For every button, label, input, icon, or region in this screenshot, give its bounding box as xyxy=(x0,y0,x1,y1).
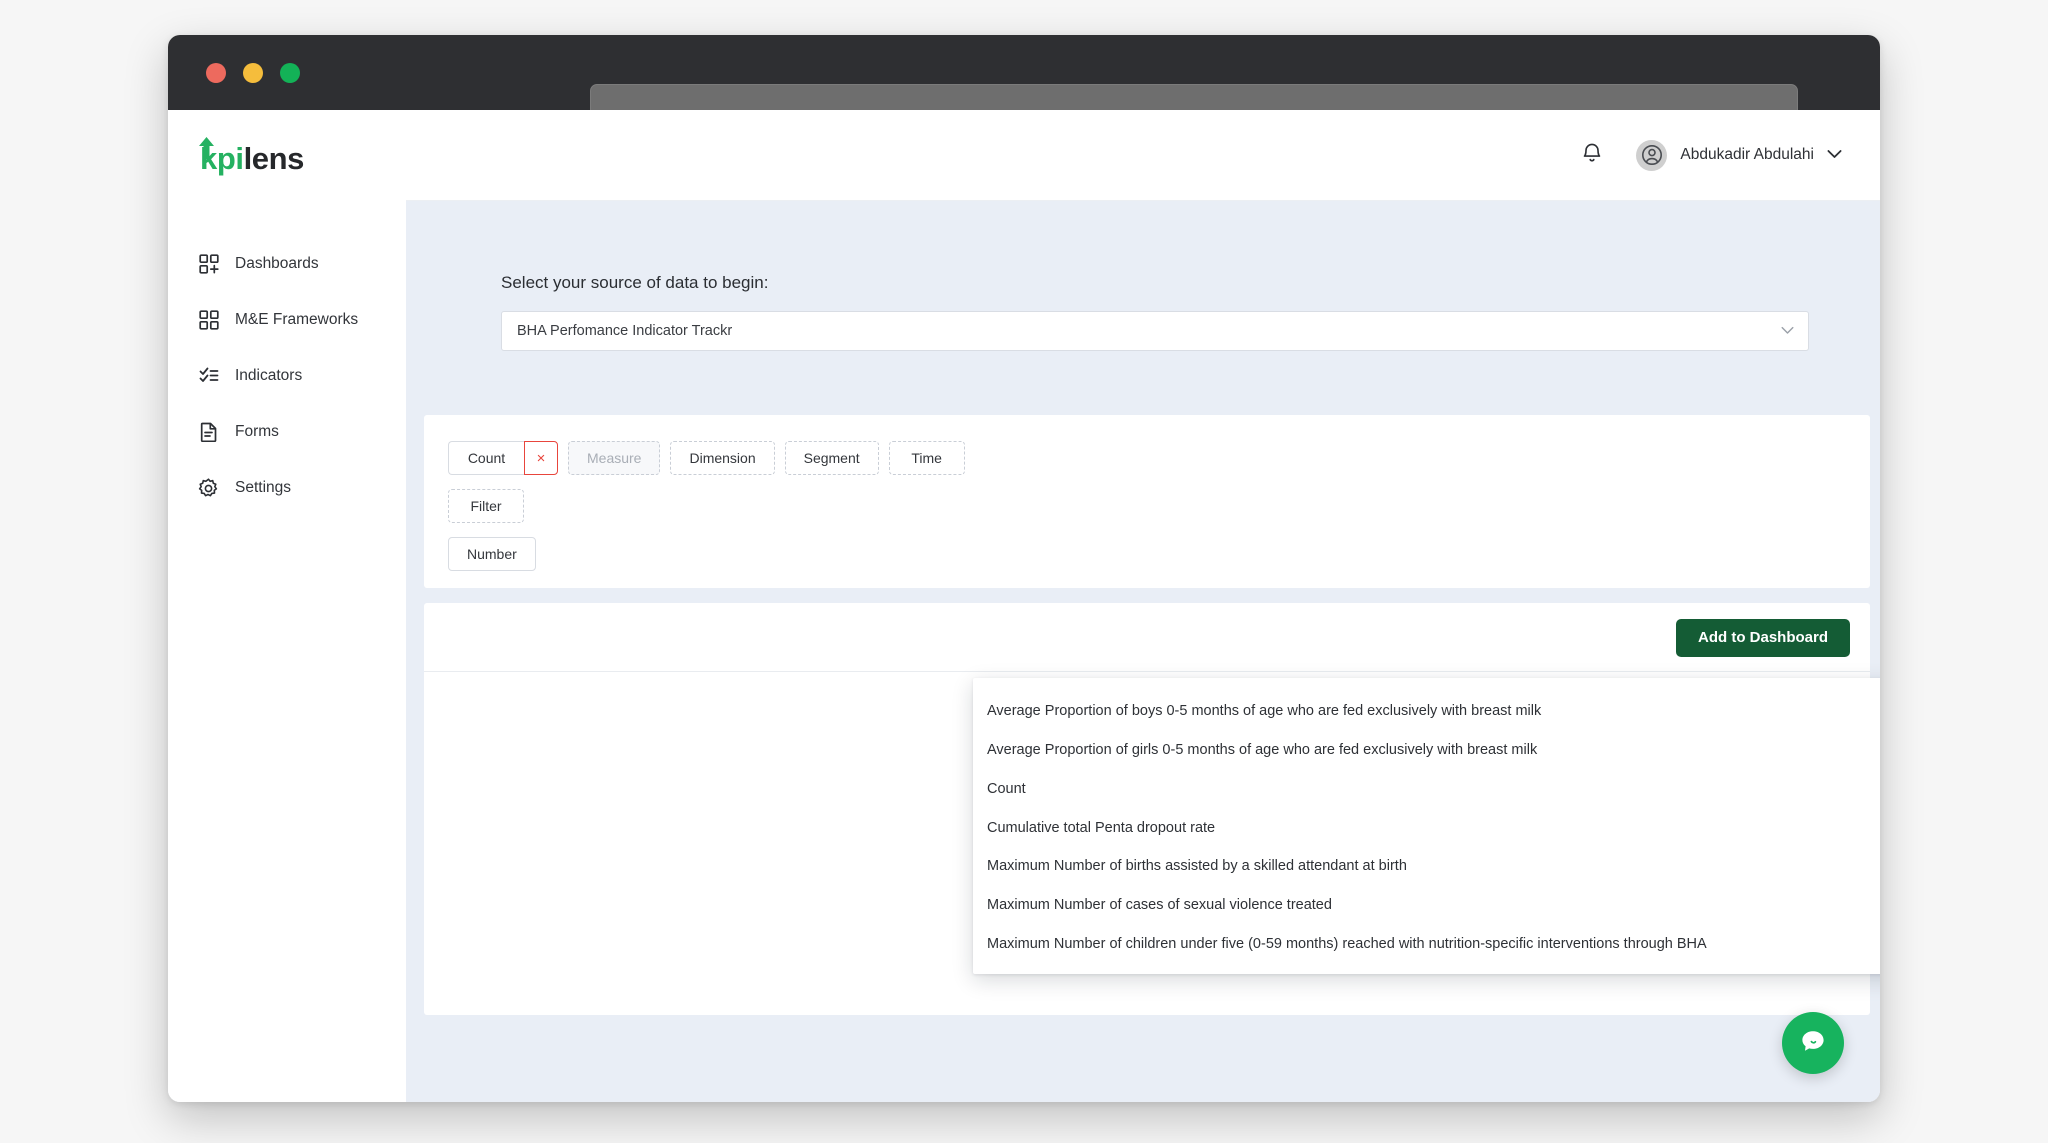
user-name: Abdukadir Abdulahi xyxy=(1680,146,1814,164)
sidebar-item-label: Forms xyxy=(235,423,279,441)
avatar xyxy=(1636,140,1667,171)
browser-titlebar xyxy=(168,35,1880,110)
dropdown-option[interactable]: Average Proportion of boys 0-5 months of… xyxy=(973,692,1880,731)
chip-segment[interactable]: Segment xyxy=(785,441,879,475)
sidebar-item-label: Dashboards xyxy=(235,255,319,273)
sidebar-item-indicators[interactable]: Indicators xyxy=(168,348,406,404)
grid-plus-icon xyxy=(198,254,219,275)
results-card-header: Add to Dashboard xyxy=(424,603,1870,672)
chip-measure[interactable]: Measure xyxy=(568,441,660,475)
builder-row-measures: Count × Measure Dimension Segment Time xyxy=(448,441,1846,475)
sidebar-item-forms[interactable]: Forms xyxy=(168,404,406,460)
builder-row-format: Number xyxy=(448,537,1846,571)
browser-window: kpilens Dashboards xyxy=(168,35,1880,1102)
chat-widget-button[interactable] xyxy=(1782,1012,1844,1074)
logo-text-lens: lens xyxy=(244,141,304,176)
dropdown-option[interactable]: Maximum Number of births assisted by a s… xyxy=(973,847,1880,886)
chip-filter[interactable]: Filter xyxy=(448,489,524,523)
right-pane: Abdukadir Abdulahi Select your source of… xyxy=(406,110,1880,1102)
content-area: Select your source of data to begin: BHA… xyxy=(406,201,1880,1102)
data-source-section: Select your source of data to begin: BHA… xyxy=(424,201,1862,351)
chip-count[interactable]: Count xyxy=(448,441,524,475)
app-logo[interactable]: kpilens xyxy=(168,110,406,207)
data-source-label: Select your source of data to begin: xyxy=(501,273,1862,293)
sidebar: kpilens Dashboards xyxy=(168,110,406,1102)
gear-icon xyxy=(198,478,219,499)
dropdown-option[interactable]: Average Proportion of girls 0-5 months o… xyxy=(973,731,1880,770)
chevron-down-icon xyxy=(1827,146,1842,164)
chip-dimension[interactable]: Dimension xyxy=(670,441,774,475)
query-builder-card: Count × Measure Dimension Segment Time F… xyxy=(424,415,1870,588)
notifications-button[interactable] xyxy=(1582,142,1602,169)
checklist-icon xyxy=(198,366,219,387)
chip-number[interactable]: Number xyxy=(448,537,536,571)
app-body: kpilens Dashboards xyxy=(168,110,1880,1102)
sidebar-item-label: Settings xyxy=(235,479,291,497)
measure-options-dropdown: Average Proportion of boys 0-5 months of… xyxy=(973,678,1880,974)
chip-time[interactable]: Time xyxy=(889,441,965,475)
close-window-button[interactable] xyxy=(206,63,226,83)
desktop-backdrop: kpilens Dashboards xyxy=(0,0,2048,1143)
document-icon xyxy=(198,422,219,443)
topbar: Abdukadir Abdulahi xyxy=(406,110,1880,201)
data-source-value: BHA Perfomance Indicator Trackr xyxy=(517,323,732,339)
dropdown-option[interactable]: Cumulative total Penta dropout rate xyxy=(973,809,1880,848)
sidebar-item-settings[interactable]: Settings xyxy=(168,460,406,516)
sidebar-item-dashboards[interactable]: Dashboards xyxy=(168,236,406,292)
minimize-window-button[interactable] xyxy=(243,63,263,83)
chip-group-count: Count × xyxy=(448,441,558,475)
sidebar-item-me-frameworks[interactable]: M&E Frameworks xyxy=(168,292,406,348)
builder-row-filters: Filter xyxy=(448,489,1846,523)
sidebar-item-label: Indicators xyxy=(235,367,302,385)
dropdown-option[interactable]: Maximum Number of children under five (0… xyxy=(973,925,1880,964)
sidebar-nav: Dashboards M&E Frameworks xyxy=(168,207,406,516)
chevron-down-icon xyxy=(1781,322,1794,340)
dropdown-option[interactable]: Count xyxy=(973,770,1880,809)
grid-icon xyxy=(198,310,219,331)
sidebar-item-label: M&E Frameworks xyxy=(235,311,358,329)
traffic-lights xyxy=(206,63,300,83)
maximize-window-button[interactable] xyxy=(280,63,300,83)
bell-icon xyxy=(1582,142,1602,169)
chip-count-remove-button[interactable]: × xyxy=(524,441,558,475)
up-arrow-icon xyxy=(198,133,215,155)
chat-bubble-icon xyxy=(1798,1026,1828,1061)
add-to-dashboard-button[interactable]: Add to Dashboard xyxy=(1676,619,1850,657)
data-source-select[interactable]: BHA Perfomance Indicator Trackr xyxy=(501,311,1809,351)
user-menu[interactable]: Abdukadir Abdulahi xyxy=(1636,140,1842,171)
dropdown-option[interactable]: Maximum Number of cases of sexual violen… xyxy=(973,886,1880,925)
